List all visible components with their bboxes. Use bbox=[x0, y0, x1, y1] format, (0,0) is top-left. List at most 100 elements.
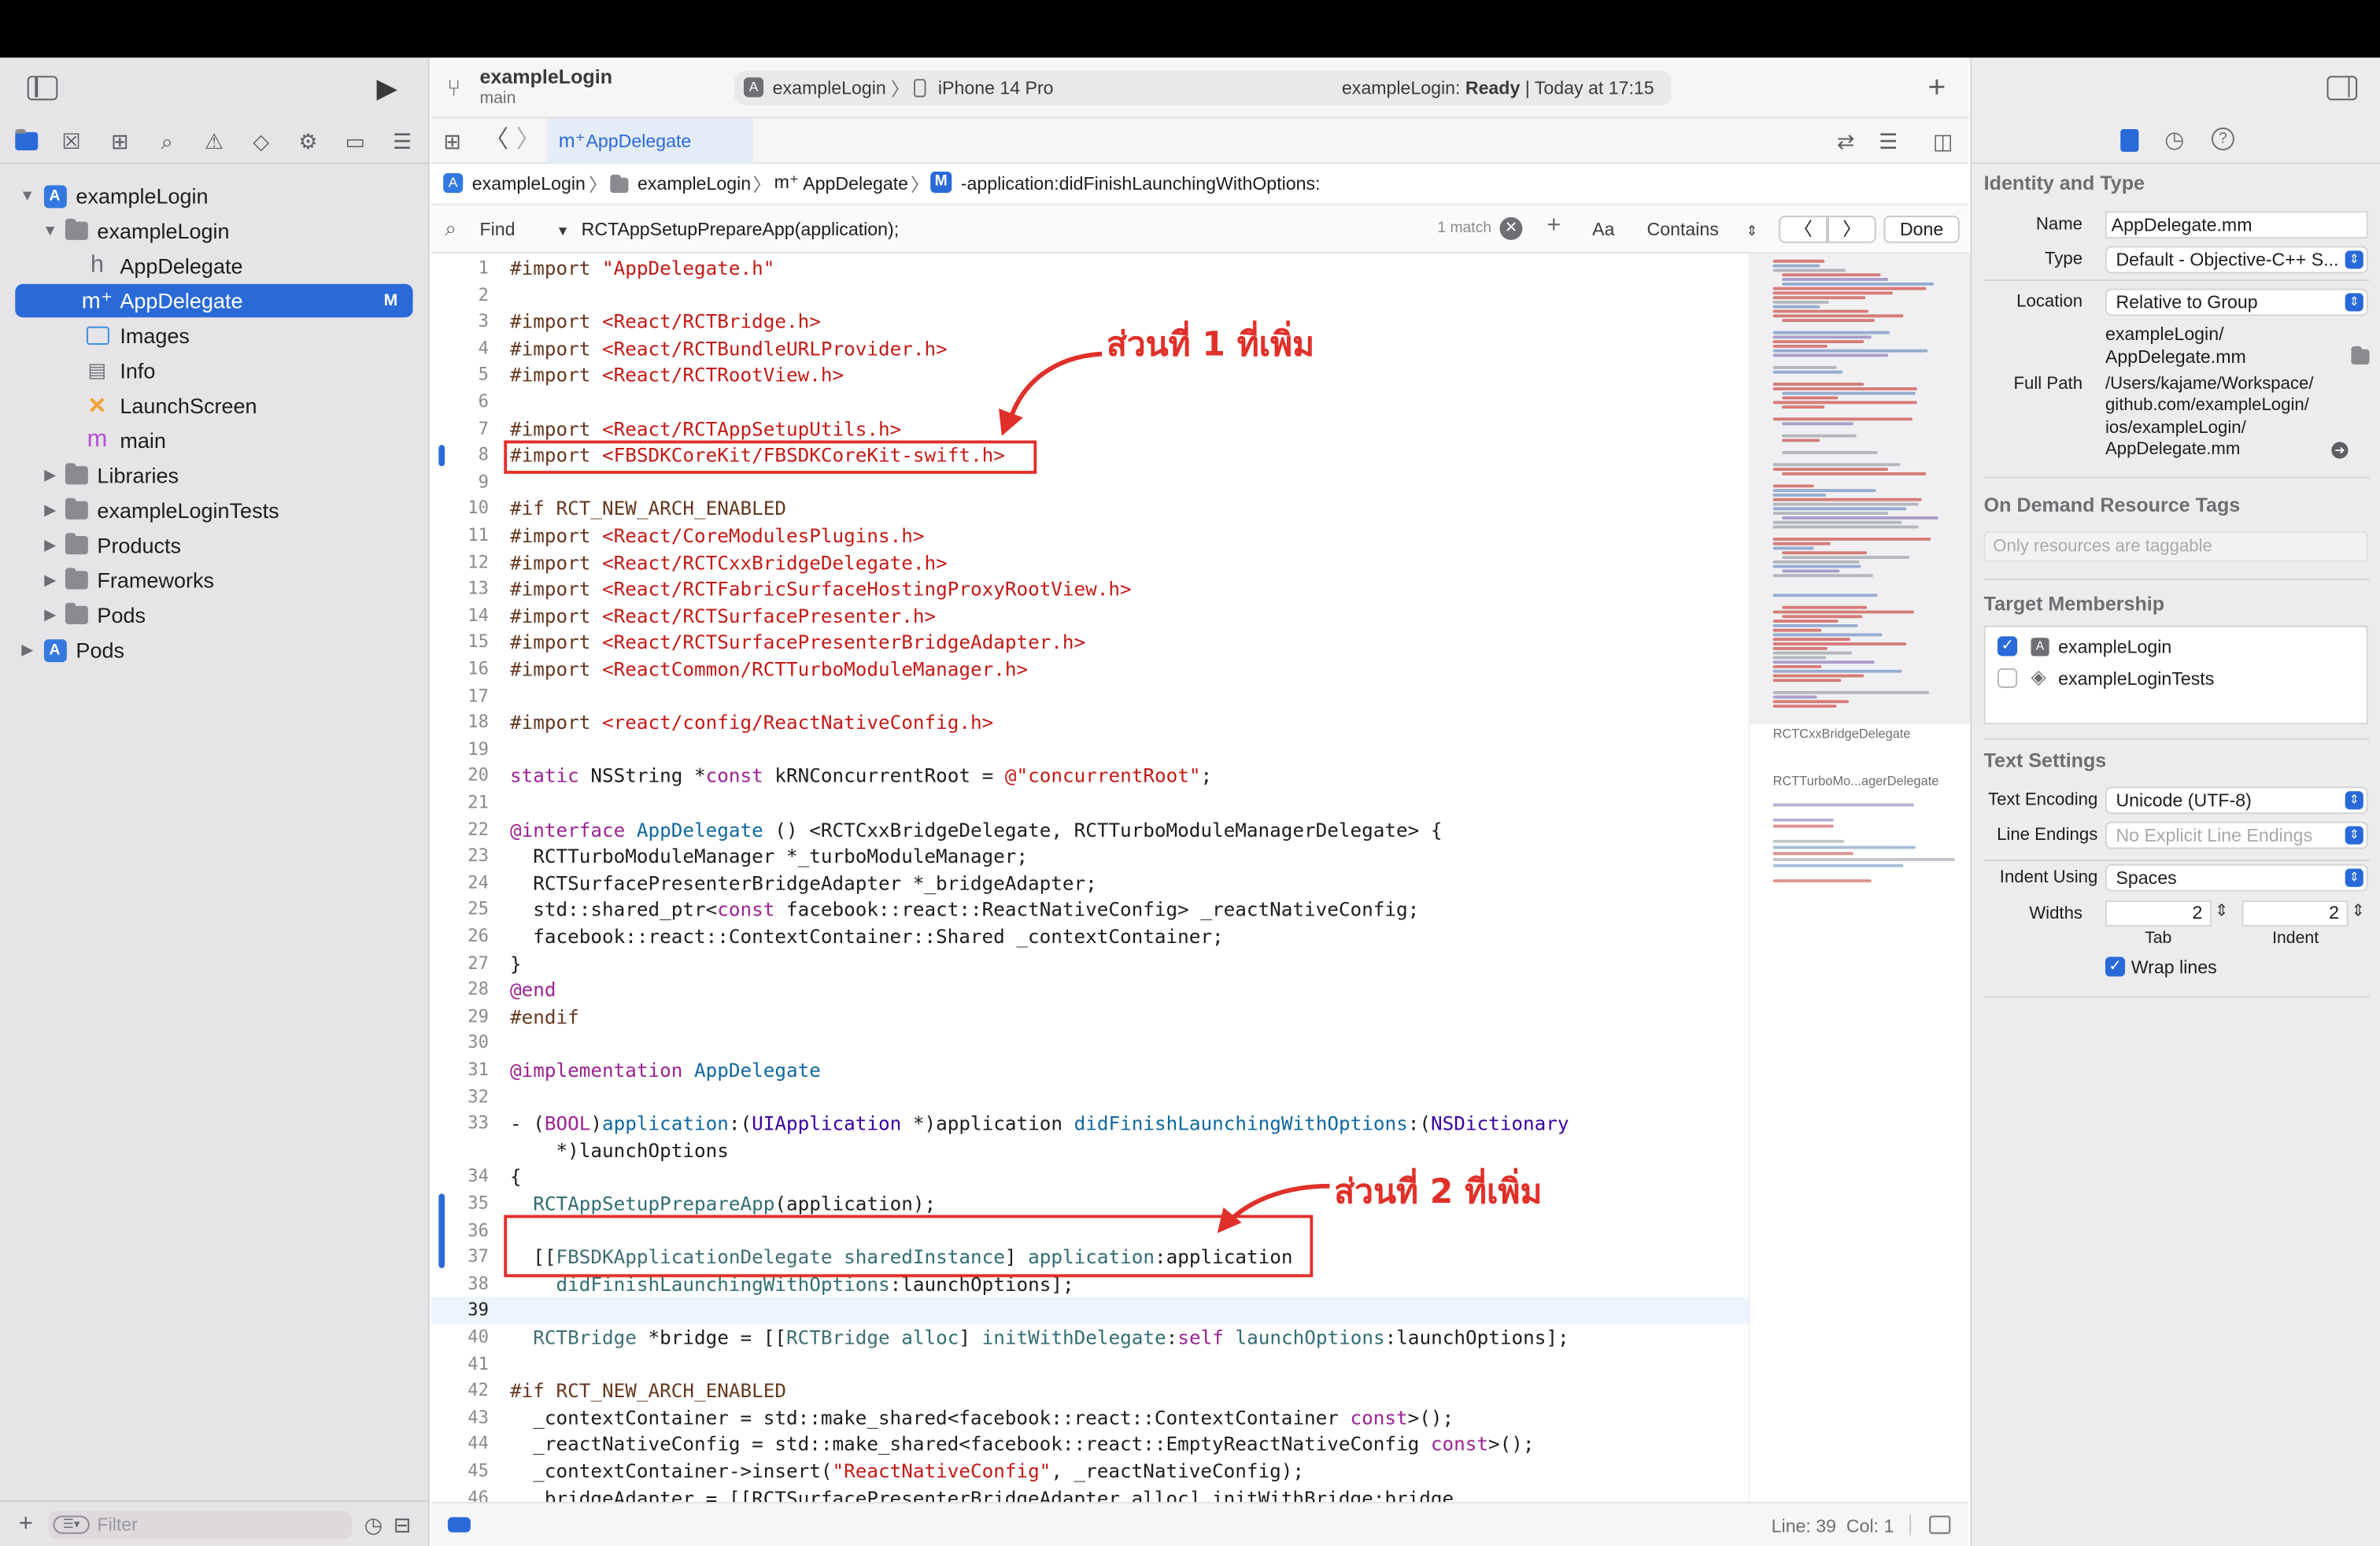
type-popup[interactable]: Default - Objective-C++ S... ⇕ bbox=[2105, 246, 2368, 274]
code-line[interactable]: 28 @end bbox=[431, 977, 1749, 1004]
tab-width-field[interactable]: 2 bbox=[2105, 901, 2212, 926]
sidebar-toggle-icon[interactable] bbox=[27, 76, 58, 101]
jumpbar-item-file[interactable]: AppDelegate bbox=[803, 173, 908, 194]
find-input[interactable]: RCTAppSetupPrepareApp(application); bbox=[582, 219, 900, 240]
target-checkbox[interactable]: ✓ bbox=[1998, 636, 2018, 656]
code-line[interactable]: 44 _reactNativeConfig = std::make_shared… bbox=[431, 1431, 1749, 1458]
code-line[interactable]: 35 RCTAppSetupPrepareApp(application); bbox=[431, 1191, 1749, 1218]
code-line[interactable]: 22 @interface AppDelegate () <RCTCxxBridg… bbox=[431, 816, 1749, 843]
code-line[interactable]: 33 - (BOOL)application:(UIApplication *)a… bbox=[431, 1111, 1749, 1137]
back-icon[interactable]: 〈 bbox=[484, 128, 508, 155]
previous-match-button[interactable]: 〈 bbox=[1779, 215, 1828, 243]
code-line[interactable]: 20 static NSString *const kRNConcurrentRo… bbox=[431, 763, 1749, 790]
indent-using-popup[interactable]: Spaces ⇕ bbox=[2105, 864, 2368, 892]
code-line[interactable]: 43 _contextContainer = std::make_shared<… bbox=[431, 1404, 1749, 1431]
code-line[interactable]: 6 bbox=[431, 389, 1749, 416]
reveal-in-finder-icon[interactable]: ➔ bbox=[2331, 442, 2349, 459]
add-pattern-icon[interactable]: + bbox=[1547, 213, 1561, 240]
code-line[interactable]: 23 RCTTurboModuleManager *_turboModuleMa… bbox=[431, 843, 1749, 870]
code-line[interactable]: 12 #import <React/RCTCxxBridgeDelegate.h> bbox=[431, 549, 1749, 576]
tree-item-pods-folder[interactable]: ▶ Pods bbox=[15, 598, 412, 631]
clear-search-icon[interactable]: ✕ bbox=[1499, 216, 1523, 240]
code-line[interactable]: 14 #import <React/RCTSurfacePresenter.h> bbox=[431, 603, 1749, 630]
location-popup[interactable]: Relative to Group ⇕ bbox=[2105, 288, 2368, 316]
symbol-navigator-tab-icon[interactable]: ⊞ bbox=[106, 129, 134, 153]
code-line[interactable]: 25 std::shared_ptr<const facebook::react… bbox=[431, 897, 1749, 923]
code-line[interactable]: 2 bbox=[431, 282, 1749, 309]
forward-icon[interactable]: 〉 bbox=[516, 128, 541, 155]
code-line[interactable]: 11 #import <React/CoreModulesPlugins.h> bbox=[431, 523, 1749, 549]
indent-width-field[interactable]: 2 bbox=[2241, 901, 2349, 926]
code-line[interactable]: 24 RCTSurfacePresenterBridgeAdapter *_br… bbox=[431, 870, 1749, 897]
editor-options-icon[interactable]: ☰ bbox=[1873, 129, 1904, 153]
add-icon[interactable]: + bbox=[13, 1512, 38, 1537]
code-line[interactable]: 41 bbox=[431, 1351, 1749, 1378]
tree-item-images[interactable]: Images bbox=[15, 319, 412, 352]
inspector-toggle-icon[interactable] bbox=[2326, 76, 2358, 101]
jumpbar-item-group[interactable]: exampleLogin bbox=[638, 173, 751, 194]
target-checkbox[interactable] bbox=[1998, 668, 2018, 688]
code-line[interactable]: 19 bbox=[431, 736, 1749, 763]
tree-item-frameworks[interactable]: ▶ Frameworks bbox=[15, 564, 412, 597]
report-navigator-tab-icon[interactable]: ☰ bbox=[389, 129, 416, 153]
line-endings-popup[interactable]: No Explicit Line Endings ⇕ bbox=[2105, 821, 2368, 849]
scheme-selector[interactable]: exampleLogin bbox=[773, 77, 886, 98]
source-control-filter-icon[interactable]: ⊟ bbox=[390, 1513, 415, 1537]
swap-icon[interactable]: ⇄ bbox=[1834, 129, 1858, 153]
code-line[interactable]: 42 #if RCT_NEW_ARCH_ENABLED bbox=[431, 1378, 1749, 1404]
debug-area-toggle-icon[interactable] bbox=[447, 1517, 471, 1533]
code-line[interactable]: 7 #import <React/RCTAppSetupUtils.h> bbox=[431, 416, 1749, 442]
code-line[interactable]: 45 _contextContainer->insert("ReactNativ… bbox=[431, 1458, 1749, 1485]
tree-item-pods-project[interactable]: ▶ A Pods bbox=[15, 634, 412, 667]
add-library-icon[interactable]: + bbox=[1922, 73, 1953, 104]
breakpoint-navigator-tab-icon[interactable]: ▭ bbox=[342, 129, 369, 153]
find-mode-selector[interactable]: Find ▼ bbox=[479, 219, 569, 240]
test-navigator-tab-icon[interactable]: ◇ bbox=[247, 129, 275, 153]
source-control-tab-icon[interactable]: ☒ bbox=[57, 129, 85, 153]
recent-files-icon[interactable]: ◷ bbox=[361, 1513, 386, 1537]
encoding-popup[interactable]: Unicode (UTF-8) ⇕ bbox=[2105, 786, 2368, 815]
tab-width-stepper[interactable]: ⇕ bbox=[2215, 901, 2229, 920]
code-line[interactable]: 17 bbox=[431, 682, 1749, 709]
code-line[interactable]: 30 bbox=[431, 1030, 1749, 1057]
tree-item-info[interactable]: ▤ Info bbox=[15, 354, 412, 387]
reveal-folder-icon[interactable] bbox=[2351, 346, 2370, 365]
tree-item-appdelegate-h[interactable]: h AppDelegate bbox=[15, 249, 412, 282]
run-button[interactable]: ▶ bbox=[371, 73, 404, 104]
code-line[interactable]: 3 #import <React/RCTBridge.h> bbox=[431, 309, 1749, 335]
tags-field[interactable]: Only resources are taggable bbox=[1983, 531, 2368, 562]
code-line[interactable]: 27} bbox=[431, 950, 1749, 977]
tree-item-project-examplelogin[interactable]: ▼ AexampleLogin bbox=[15, 179, 412, 213]
tree-item-folder-examplelogin[interactable]: ▼ exampleLogin bbox=[15, 214, 412, 247]
change-indicator[interactable] bbox=[438, 1193, 445, 1268]
tab-appdelegate[interactable]: m⁺ AppDelegate bbox=[546, 118, 753, 165]
code-line[interactable]: 31 @implementation AppDelegate bbox=[431, 1057, 1749, 1084]
code-line[interactable]: 26 facebook::react::ContextContainer::Sh… bbox=[431, 923, 1749, 950]
code-line[interactable]: 18 #import <react/config/ReactNativeConfi… bbox=[431, 709, 1749, 736]
code-line[interactable]: 34 { bbox=[431, 1164, 1749, 1191]
tree-item-libraries[interactable]: ▶ Libraries bbox=[15, 459, 412, 492]
code-line[interactable]: 5 #import <React/RCTRootView.h> bbox=[431, 362, 1749, 389]
hide-debug-icon[interactable] bbox=[1929, 1515, 1951, 1534]
split-editor-icon[interactable]: ◫ bbox=[1931, 129, 1955, 153]
file-inspector-tab-icon[interactable] bbox=[2120, 128, 2139, 152]
source-editor[interactable]: 1 #import "AppDelegate.h" 2 3 #import <React… bbox=[431, 253, 1749, 1503]
project-navigator-tab-icon[interactable] bbox=[12, 128, 39, 153]
wrap-lines-checkbox[interactable]: ✓ bbox=[2105, 956, 2126, 977]
tree-item-examplelogintests[interactable]: ▶ exampleLoginTests bbox=[15, 494, 412, 527]
history-inspector-tab-icon[interactable]: ◷ bbox=[2164, 126, 2184, 153]
done-button[interactable]: Done bbox=[1883, 215, 1960, 243]
code-line[interactable]: 15 #import <React/RCTSurfacePresenterBrid… bbox=[431, 629, 1749, 656]
grid-icon[interactable]: ⊞ bbox=[440, 129, 464, 153]
code-line[interactable]: 1 #import "AppDelegate.h" bbox=[431, 255, 1749, 282]
next-match-button[interactable]: 〉 bbox=[1828, 215, 1876, 243]
code-line[interactable]: 46 _bridgeAdapter = [[RCTSurfacePresente… bbox=[431, 1485, 1749, 1502]
change-indicator[interactable] bbox=[438, 445, 445, 466]
tree-item-launchscreen[interactable]: ✕ LaunchScreen bbox=[15, 389, 412, 422]
tree-item-main[interactable]: m main bbox=[15, 423, 412, 457]
minimap[interactable]: RCTCxxBridgeDelegate RCTTurboMo...agerDe… bbox=[1748, 253, 1971, 1503]
code-line[interactable]: 40 RCTBridge *bridge = [[RCTBridge alloc… bbox=[431, 1324, 1749, 1351]
filter-options-icon[interactable]: ☰▾ bbox=[53, 1515, 90, 1534]
match-case-toggle[interactable]: Aa bbox=[1592, 219, 1614, 240]
tree-item-appdelegate-mm[interactable]: m⁺ AppDelegate M bbox=[15, 283, 413, 318]
